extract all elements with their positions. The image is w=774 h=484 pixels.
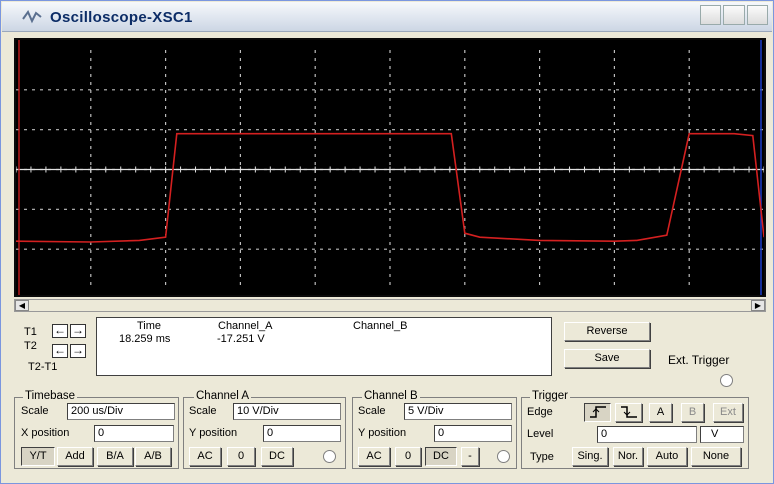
ext-trigger-label: Ext. Trigger [668,353,730,367]
type-none-button[interactable]: None [691,447,741,466]
channel-b-scale-field[interactable]: 5 V/Div [404,403,512,420]
edge-label: Edge [527,406,553,418]
trigger-type-label: Type [530,451,554,463]
rising-edge-button[interactable] [584,403,611,422]
channel-b-ypos-field[interactable]: 0 [434,425,512,442]
waveform-plot [15,40,765,295]
level-label: Level [527,428,554,440]
ext-trigger-terminal[interactable] [720,374,733,387]
t1-right-arrow-icon[interactable]: → [70,324,86,338]
t1-time-value: 18.259 ms [119,333,171,345]
save-button[interactable]: Save [564,349,650,368]
cursor-readout-table: Time Channel_A Channel_B 18.259 ms -17.2… [96,317,552,376]
minimize-button[interactable] [700,5,722,25]
t1-label: T1 [24,326,37,338]
type-single-button[interactable]: Sing. [572,447,608,466]
timebase-scale-field[interactable]: 200 us/Div [67,403,175,420]
t2-left-arrow-icon[interactable]: ← [52,344,68,358]
channel-b-scale-label: Scale [358,405,386,417]
trigger-label: Trigger [530,390,570,402]
scroll-right-arrow-icon[interactable]: ▶ [751,300,765,311]
channel-a-zero-button[interactable]: 0 [227,447,255,466]
trigger-source-ext-button[interactable]: Ext [713,403,743,422]
oscilloscope-screen [14,38,766,297]
trigger-source-a-button[interactable]: A [649,403,672,422]
type-normal-button[interactable]: Nor. [613,447,643,466]
cursor-controls: T1 ← → T2 ← → T2-T1 [14,317,94,376]
channel-a-scale-label: Scale [189,405,217,417]
trigger-level-unit[interactable]: V [700,426,744,443]
channel-b-terminal[interactable] [497,450,510,463]
channel-a-terminal[interactable] [323,450,336,463]
channel-b-minus-button[interactable]: - [461,447,479,466]
scroll-left-arrow-icon[interactable]: ◀ [15,300,29,311]
x-position-field[interactable]: 0 [94,425,174,442]
window-title: Oscilloscope-XSC1 [50,9,193,26]
t1-left-arrow-icon[interactable]: ← [52,324,68,338]
type-auto-button[interactable]: Auto [647,447,687,466]
x-position-label: X position [21,427,70,439]
trigger-level-field[interactable]: 0 [597,426,697,443]
channel-b-ac-button[interactable]: AC [358,447,390,466]
t2-label: T2 [24,340,37,352]
falling-edge-button[interactable] [615,403,642,422]
window-controls [698,5,768,27]
horizontal-scrollbar[interactable]: ◀ ▶ [14,299,766,312]
time-header: Time [137,320,162,332]
channel-a-label: Channel A [194,390,252,402]
rising-edge-icon [589,406,606,418]
channel-a-scale-field[interactable]: 10 V/Div [233,403,341,420]
channel-b-label: Channel B [362,390,420,402]
t2-right-arrow-icon[interactable]: → [70,344,86,358]
ab-mode-button[interactable]: A/B [135,447,171,466]
channel-a-ypos-label: Y position [189,427,238,439]
channel-a-dc-button[interactable]: DC [261,447,293,466]
yt-mode-button[interactable]: Y/T [21,447,55,466]
channel-a-ypos-field[interactable]: 0 [263,425,341,442]
timebase-scale-label: Scale [21,405,49,417]
falling-edge-icon [620,406,637,418]
t2-t1-label: T2-T1 [28,361,58,373]
oscilloscope-window: Oscilloscope-XSC1 ◀ ▶ T1 ← → T2 ← → T2-T… [0,0,774,484]
trigger-source-b-button[interactable]: B [681,403,704,422]
ba-mode-button[interactable]: B/A [97,447,133,466]
channel-b-ypos-label: Y position [358,427,407,439]
channel-a-ac-button[interactable]: AC [189,447,221,466]
t1-channel-a-value: -17.251 V [217,333,265,345]
reverse-button[interactable]: Reverse [564,322,650,341]
add-mode-button[interactable]: Add [57,447,93,466]
channel-a-header: Channel_A [218,320,273,332]
channel-b-dc-button[interactable]: DC [425,447,457,466]
channel-b-header: Channel_B [353,320,408,332]
timebase-label: Timebase [23,390,78,402]
title-bar[interactable]: Oscilloscope-XSC1 [2,2,772,32]
maximize-button[interactable] [723,5,745,25]
channel-b-zero-button[interactable]: 0 [395,447,421,466]
oscilloscope-app-icon [22,9,42,24]
close-button[interactable] [746,5,768,25]
